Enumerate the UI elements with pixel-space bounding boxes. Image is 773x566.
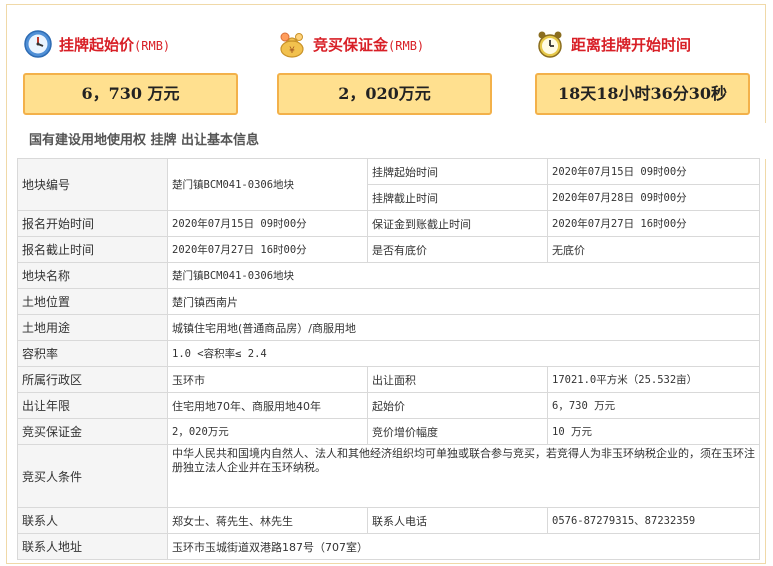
start-price-value: 6，730 万元 [23,73,238,115]
reg-end-value: 2020年07月27日 16时00分 [167,236,368,263]
increment-value: 10 万元 [547,418,760,445]
section-title: 国有建设用地使用权 挂牌 出让基本信息 [7,123,767,159]
table-row: 竞买保证金 2，020万元 竞价增价幅度 10 万元 [17,418,760,445]
reg-start-value: 2020年07月15日 09时00分 [167,210,368,237]
usage-label: 土地用途 [17,314,168,341]
contact-label: 联系人 [17,507,168,534]
parcel-no-label: 地块编号 [17,158,168,211]
table-row: 联系人 郑女士、蒋先生、林先生 联系人电话 0576-87279315、8723… [17,507,760,534]
countdown-value: 18天18小时36分30秒 [535,73,750,115]
listing-panel: 挂牌起始价(RMB) 6，730 万元 ¥ 竞买保证金(RMB) 2，020万元 [6,4,767,564]
alarm-clock-icon [538,31,562,58]
deposit-deadline-label: 保证金到账截止时间 [367,210,548,237]
info-table: 地块编号 楚门镇BCM041-0306地块 挂牌起始时间 2020年07月15日… [17,158,760,560]
start-price-row-value: 6，730 万元 [547,392,760,419]
table-row: 出让年限 住宅用地70年、商服用地40年 起始价 6，730 万元 [17,392,760,419]
usage-value: 城镇住宅用地(普通商品房）/商服用地 [167,314,760,341]
table-row: 联系人地址 玉环市玉城街道双港路187号（707室） [17,533,760,560]
increment-label: 竞价增价幅度 [367,418,548,445]
clock-icon [24,30,52,58]
table-row: 所属行政区 玉环市 出让面积 17021.0平方米（25.532亩） [17,366,760,393]
table-row: 地块编号 楚门镇BCM041-0306地块 挂牌起始时间 2020年07月15日… [17,158,760,211]
countdown-summary: 距离挂牌开始时间 18天18小时36分30秒 [535,27,750,115]
address-label: 联系人地址 [17,533,168,560]
parcel-name-label: 地块名称 [17,262,168,289]
deposit-summary: ¥ 竞买保证金(RMB) 2，020万元 [277,27,492,115]
term-value: 住宅用地70年、商服用地40年 [167,392,368,419]
countdown-label: 距离挂牌开始时间 [571,35,692,54]
start-price-row-label: 起始价 [367,392,548,419]
table-row: 报名截止时间 2020年07月27日 16时00分 是否有底价 无底价 [17,236,760,263]
table-row: 土地位置 楚门镇西南片 [17,288,760,315]
reserve-price-value: 无底价 [547,236,760,263]
table-row: 地块名称 楚门镇BCM041-0306地块 [17,262,760,289]
reserve-price-label: 是否有底价 [367,236,548,263]
listing-end-value: 2020年07月28日 09时00分 [547,184,760,211]
conditions-value: 中华人民共和国境内自然人、法人和其他经济组织均可单独或联合参与竞买，若竞得人为非… [167,444,760,508]
location-label: 土地位置 [17,288,168,315]
area-value: 17021.0平方米（25.532亩） [547,366,760,393]
district-label: 所属行政区 [17,366,168,393]
deposit-row-label: 竞买保证金 [17,418,168,445]
parcel-no-value: 楚门镇BCM041-0306地块 [167,158,368,211]
summary-bar: 挂牌起始价(RMB) 6，730 万元 ¥ 竞买保证金(RMB) 2，020万元 [7,5,767,123]
start-price-summary: 挂牌起始价(RMB) 6，730 万元 [23,27,238,115]
start-price-label: 挂牌起始价(RMB) [59,35,171,54]
phone-label: 联系人电话 [367,507,548,534]
conditions-label: 竞买人条件 [17,444,168,508]
area-label: 出让面积 [367,366,548,393]
address-value: 玉环市玉城街道双港路187号（707室） [167,533,760,560]
listing-start-value: 2020年07月15日 09时00分 [547,158,760,185]
reg-start-label: 报名开始时间 [17,210,168,237]
phone-value: 0576-87279315、87232359 [547,507,760,534]
table-row: 竞买人条件 中华人民共和国境内自然人、法人和其他经济组织均可单独或联合参与竞买，… [17,444,760,508]
deposit-value: 2，020万元 [277,73,492,115]
far-value: 1.0 <容积率≤ 2.4 [167,340,760,367]
deposit-deadline-value: 2020年07月27日 16时00分 [547,210,760,237]
contact-value: 郑女士、蒋先生、林先生 [167,507,368,534]
svg-text:¥: ¥ [289,46,295,56]
table-row: 土地用途 城镇住宅用地(普通商品房）/商服用地 [17,314,760,341]
listing-end-label: 挂牌截止时间 [367,184,548,211]
far-label: 容积率 [17,340,168,367]
deposit-row-value: 2，020万元 [167,418,368,445]
table-row: 报名开始时间 2020年07月15日 09时00分 保证金到账截止时间 2020… [17,210,760,237]
parcel-name-value: 楚门镇BCM041-0306地块 [167,262,760,289]
location-value: 楚门镇西南片 [167,288,760,315]
deposit-label: 竞买保证金(RMB) [313,35,425,54]
money-bag-icon: ¥ [280,32,304,58]
term-label: 出让年限 [17,392,168,419]
reg-end-label: 报名截止时间 [17,236,168,263]
listing-start-label: 挂牌起始时间 [367,158,548,185]
table-row: 容积率 1.0 <容积率≤ 2.4 [17,340,760,367]
district-value: 玉环市 [167,366,368,393]
